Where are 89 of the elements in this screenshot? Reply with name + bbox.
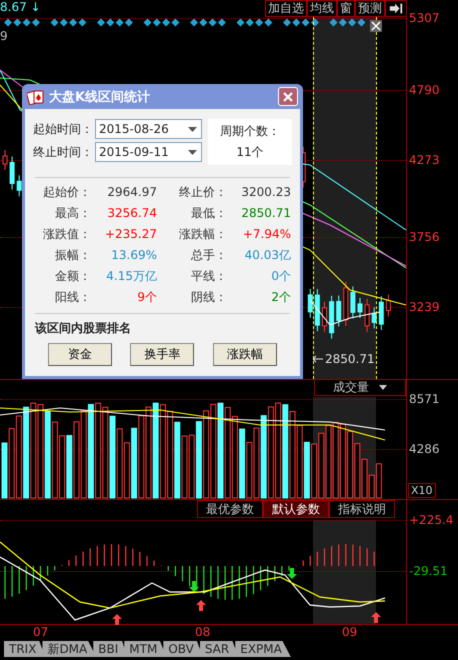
candle xyxy=(329,295,334,340)
stat-label: 平线： xyxy=(190,268,227,284)
stat-value: 2964.97 xyxy=(106,184,157,200)
axis-label: +225.4 xyxy=(409,513,454,527)
period-value: 11个 xyxy=(236,144,264,161)
axis-label: 4286 xyxy=(409,442,440,456)
caret-icon xyxy=(379,385,387,390)
dialog-title: 大盘K线区间统计 xyxy=(49,88,152,106)
axis-label: 3239 xyxy=(409,300,440,314)
up-arrow-icon xyxy=(196,600,206,611)
stat-value: 2个 xyxy=(270,289,291,305)
candle xyxy=(350,286,356,319)
stat-label: 金额： xyxy=(54,268,91,284)
up-arrow-icon xyxy=(112,614,122,625)
date-label: 07 xyxy=(33,625,48,639)
left-arrow-icon xyxy=(312,355,324,363)
toolbar-button[interactable]: 预测 xyxy=(355,0,385,17)
axis-label: -29.51 xyxy=(409,564,448,578)
candle xyxy=(314,288,320,332)
ranking-button[interactable]: 换手率 xyxy=(130,343,194,366)
stat-value: 4.15万亿 xyxy=(105,268,157,284)
stat-label: 终止价： xyxy=(178,184,227,200)
down-arrow-icon xyxy=(287,568,297,579)
date-label: 08 xyxy=(195,625,210,639)
caret-icon xyxy=(188,150,197,154)
stat-label: 涨跌幅： xyxy=(178,226,227,242)
candle xyxy=(364,298,370,332)
stat-value: 2850.71 xyxy=(240,205,291,221)
toolbar-button[interactable]: 窗 xyxy=(337,0,355,17)
date-dropdown[interactable]: 2015-08-26 xyxy=(95,119,202,139)
axis-label: 3756 xyxy=(409,230,440,244)
stat-label: 起始价： xyxy=(42,184,91,200)
date-dropdown[interactable]: 2015-09-11 xyxy=(95,142,202,162)
close-icon xyxy=(282,90,294,102)
period-label: 周期个数： xyxy=(220,123,280,140)
candle xyxy=(372,306,377,329)
stat-label: 涨跌值： xyxy=(42,226,91,242)
stat-label: 阳线： xyxy=(54,289,91,305)
low-price-label: 2850.71 xyxy=(325,352,375,366)
section-title: 该区间内股票排名 xyxy=(35,320,132,337)
date-label: 09 xyxy=(342,625,358,639)
parameter-button[interactable]: 最优参数 xyxy=(197,500,263,518)
axis-label: 4790 xyxy=(409,83,440,97)
toolbar-button[interactable]: 加自选 xyxy=(265,0,307,17)
scale-label: X10 xyxy=(408,483,436,498)
stat-value: 40.03亿 xyxy=(244,247,291,263)
indicator-tab[interactable]: OBV xyxy=(163,641,203,657)
stat-value: 3256.74 xyxy=(106,205,157,221)
stat-label: 最高： xyxy=(54,205,91,221)
up-arrow-icon xyxy=(371,612,381,623)
candle xyxy=(336,295,342,327)
stat-label: 振幅： xyxy=(54,247,91,263)
indicator-dropdown[interactable]: 成交量 xyxy=(314,380,406,396)
close-icon[interactable] xyxy=(370,20,382,32)
candle xyxy=(308,288,313,318)
ranking-button[interactable]: 涨跌幅 xyxy=(212,343,277,366)
stat-label: 总手： xyxy=(190,247,227,263)
cards-icon xyxy=(27,88,45,104)
value-text: 9 xyxy=(0,29,8,43)
candle xyxy=(378,296,384,331)
close-button[interactable] xyxy=(278,87,298,106)
candle xyxy=(2,150,8,170)
axis-label: 4273 xyxy=(409,153,440,167)
candle xyxy=(343,281,348,326)
axis-label: 8571 xyxy=(409,392,440,406)
ranking-button[interactable]: 资金 xyxy=(48,343,112,366)
stat-value: +235.27 xyxy=(104,226,157,242)
candle xyxy=(322,301,327,332)
candle xyxy=(16,174,22,197)
stat-value: 13.69% xyxy=(110,247,157,263)
price-change-text: 8.67 ↓ xyxy=(0,0,41,14)
indicator-tab[interactable]: EXPMA xyxy=(235,641,291,657)
stat-value: 3200.23 xyxy=(240,184,291,200)
candle xyxy=(386,294,391,318)
down-arrow-icon xyxy=(189,581,199,592)
candle xyxy=(10,156,15,190)
stat-value: 9个 xyxy=(136,289,157,305)
stat-label: 阴线： xyxy=(190,289,227,305)
parameter-button[interactable]: 指标说明 xyxy=(329,500,395,518)
toolbar-button[interactable]: 均线 xyxy=(307,0,337,17)
candle xyxy=(358,297,362,318)
caret-icon xyxy=(188,126,197,132)
parameter-button[interactable]: 默认参数 xyxy=(263,500,329,518)
stat-value: +7.94% xyxy=(242,226,291,242)
stat-label: 最低： xyxy=(190,205,227,221)
field-label: 起始时间： xyxy=(33,120,94,138)
field-label: 终止时间： xyxy=(33,144,94,160)
stat-value: 0个 xyxy=(270,268,291,284)
axis-label: 5307 xyxy=(409,11,440,25)
